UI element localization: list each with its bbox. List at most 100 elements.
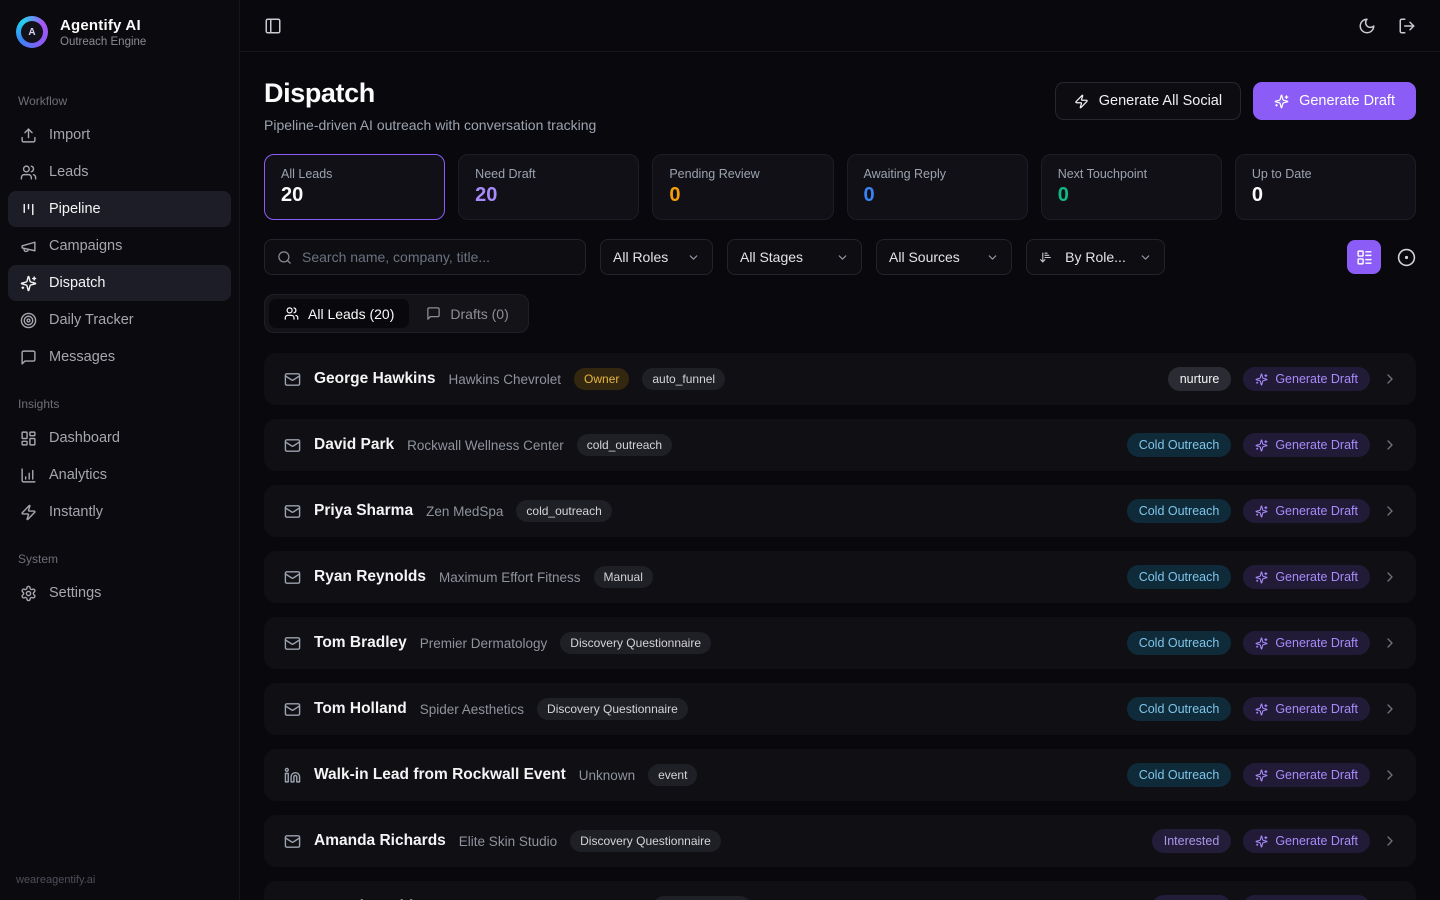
sidebar-item-label: Dispatch: [49, 275, 105, 291]
lead-company: Premier Dermatology: [420, 636, 548, 651]
stat-card-up-to-date[interactable]: Up to Date0: [1235, 154, 1416, 220]
lead-tag: event: [648, 764, 697, 786]
chevron-right-icon[interactable]: [1382, 701, 1398, 717]
generate-draft-button[interactable]: Generate Draft: [1253, 82, 1416, 120]
row-generate-draft-button[interactable]: Generate Draft: [1243, 763, 1370, 787]
sidebar-item-settings[interactable]: Settings: [8, 575, 231, 611]
brand-tagline: Outreach Engine: [60, 36, 146, 48]
sidebar-item-dispatch[interactable]: Dispatch: [8, 265, 231, 301]
lead-tag: Discovery Questionnaire: [560, 632, 711, 654]
lead-tag: cold_outreach: [516, 500, 611, 522]
logout-icon[interactable]: [1398, 17, 1416, 35]
chevron-right-icon[interactable]: [1382, 635, 1398, 651]
row-generate-draft-label: Generate Draft: [1275, 834, 1358, 848]
sidebar-item-pipeline[interactable]: Pipeline: [8, 191, 231, 227]
lead-row[interactable]: Tom BradleyPremier DermatologyDiscovery …: [264, 617, 1416, 669]
sidebar-item-label: Analytics: [49, 467, 107, 483]
status-badge: Interested: [1152, 895, 1232, 900]
lead-row[interactable]: David ParkRockwall Wellness Centercold_o…: [264, 419, 1416, 471]
chevron-right-icon[interactable]: [1382, 833, 1398, 849]
tab-drafts-0[interactable]: Drafts (0): [411, 299, 523, 328]
sidebar-item-instantly[interactable]: Instantly: [8, 494, 231, 530]
chevron-right-icon[interactable]: [1382, 767, 1398, 783]
stat-card-pending-review[interactable]: Pending Review0: [652, 154, 833, 220]
row-generate-draft-button[interactable]: Generate Draft: [1243, 829, 1370, 853]
dropdown-all-stages[interactable]: All Stages: [727, 239, 862, 275]
chevron-down-icon: [687, 251, 700, 264]
stat-card-awaiting-reply[interactable]: Awaiting Reply0: [847, 154, 1028, 220]
filters-row: All Roles All Stages All Sources By Role...: [264, 239, 1416, 275]
chevron-down-icon: [1139, 251, 1152, 264]
lead-tag: Business Audit: [653, 896, 752, 900]
dropdown-all-roles[interactable]: All Roles: [600, 239, 713, 275]
dropdown-by-role[interactable]: By Role...: [1026, 239, 1165, 275]
chevron-right-icon[interactable]: [1382, 503, 1398, 519]
row-generate-draft-button[interactable]: Generate Draft: [1243, 895, 1370, 900]
sidebar-item-campaigns[interactable]: Campaigns: [8, 228, 231, 264]
lead-row[interactable]: Tom HollandSpider AestheticsDiscovery Qu…: [264, 683, 1416, 735]
lead-company: Elite Skin Studio: [459, 834, 557, 849]
lead-row-right: Cold OutreachGenerate Draft: [1127, 499, 1398, 523]
stat-card-all-leads[interactable]: All Leads20: [264, 154, 445, 220]
row-generate-draft-button[interactable]: Generate Draft: [1243, 499, 1370, 523]
mail-icon: [284, 833, 301, 850]
sparkles-icon: [1255, 439, 1268, 452]
chevron-right-icon[interactable]: [1382, 569, 1398, 585]
lead-row[interactable]: Ryan ReynoldsMaximum Effort FitnessManua…: [264, 551, 1416, 603]
row-generate-draft-button[interactable]: Generate Draft: [1243, 697, 1370, 721]
lead-name: Walk-in Lead from Rockwall Event: [314, 766, 566, 784]
tab-all-leads-20[interactable]: All Leads (20): [269, 299, 409, 328]
lead-row[interactable]: Walk-in Lead from Rockwall EventUnknowne…: [264, 749, 1416, 801]
chevron-right-icon[interactable]: [1382, 437, 1398, 453]
lead-tag: Discovery Questionnaire: [537, 698, 688, 720]
lead-company: Spider Aesthetics: [420, 702, 524, 717]
sidebar-item-label: Dashboard: [49, 430, 120, 446]
lead-row-right: Cold OutreachGenerate Draft: [1127, 763, 1398, 787]
lead-row[interactable]: Priya SharmaZen MedSpacold_outreachCold …: [264, 485, 1416, 537]
sidebar-item-dashboard[interactable]: Dashboard: [8, 420, 231, 456]
layout-list-button[interactable]: [1347, 240, 1381, 274]
lead-row[interactable]: George HawkinsHawkins ChevroletOwnerauto…: [264, 353, 1416, 405]
sidebar-item-import[interactable]: Import: [8, 117, 231, 153]
sidebar-item-messages[interactable]: Messages: [8, 339, 231, 375]
content: Dispatch Pipeline-driven AI outreach wit…: [240, 52, 1440, 900]
stat-card-need-draft[interactable]: Need Draft20: [458, 154, 639, 220]
dashboard-icon: [20, 430, 37, 447]
users-icon: [284, 306, 299, 321]
stat-card-next-touchpoint[interactable]: Next Touchpoint0: [1041, 154, 1222, 220]
sidebar-item-analytics[interactable]: Analytics: [8, 457, 231, 493]
mail-icon: [284, 503, 301, 520]
app-root: A Agentify AI Outreach Engine WorkflowIm…: [0, 0, 1440, 900]
chevron-down-icon: [836, 251, 849, 264]
upload-icon: [20, 127, 37, 144]
row-generate-draft-label: Generate Draft: [1275, 702, 1358, 716]
stat-value: 0: [864, 184, 1011, 207]
dark-mode-toggle-icon[interactable]: [1358, 17, 1376, 35]
tab-label: All Leads (20): [308, 306, 394, 322]
lead-row[interactable]: Amanda RichardsElite Skin StudioDiscover…: [264, 815, 1416, 867]
row-generate-draft-button[interactable]: Generate Draft: [1243, 367, 1370, 391]
row-generate-draft-label: Generate Draft: [1275, 570, 1358, 584]
dropdown-label: By Role...: [1065, 249, 1126, 265]
stat-label: Next Touchpoint: [1058, 167, 1205, 181]
row-generate-draft-button[interactable]: Generate Draft: [1243, 631, 1370, 655]
row-generate-draft-button[interactable]: Generate Draft: [1243, 565, 1370, 589]
row-generate-draft-button[interactable]: Generate Draft: [1243, 433, 1370, 457]
generate-all-social-button[interactable]: Generate All Social: [1055, 82, 1241, 120]
lead-tag: Discovery Questionnaire: [570, 830, 721, 852]
lead-list: George HawkinsHawkins ChevroletOwnerauto…: [264, 353, 1416, 900]
row-generate-draft-label: Generate Draft: [1275, 438, 1358, 452]
circle-dot-button[interactable]: [1397, 248, 1416, 267]
page-head: Dispatch Pipeline-driven AI outreach wit…: [264, 78, 1416, 133]
status-badge: Cold Outreach: [1127, 565, 1232, 589]
circle-dot-icon: [1397, 248, 1416, 267]
sidebar-toggle-icon[interactable]: [264, 17, 282, 35]
zap-icon: [20, 504, 37, 521]
sidebar-nav: WorkflowImportLeadsPipelineCampaignsDisp…: [0, 64, 239, 860]
sidebar-item-leads[interactable]: Leads: [8, 154, 231, 190]
lead-row[interactable]: Denzel WashingtonWashington Wellness Gro…: [264, 881, 1416, 900]
chevron-right-icon[interactable]: [1382, 371, 1398, 387]
sidebar-item-daily-tracker[interactable]: Daily Tracker: [8, 302, 231, 338]
dropdown-all-sources[interactable]: All Sources: [876, 239, 1012, 275]
search-input[interactable]: [302, 249, 573, 265]
